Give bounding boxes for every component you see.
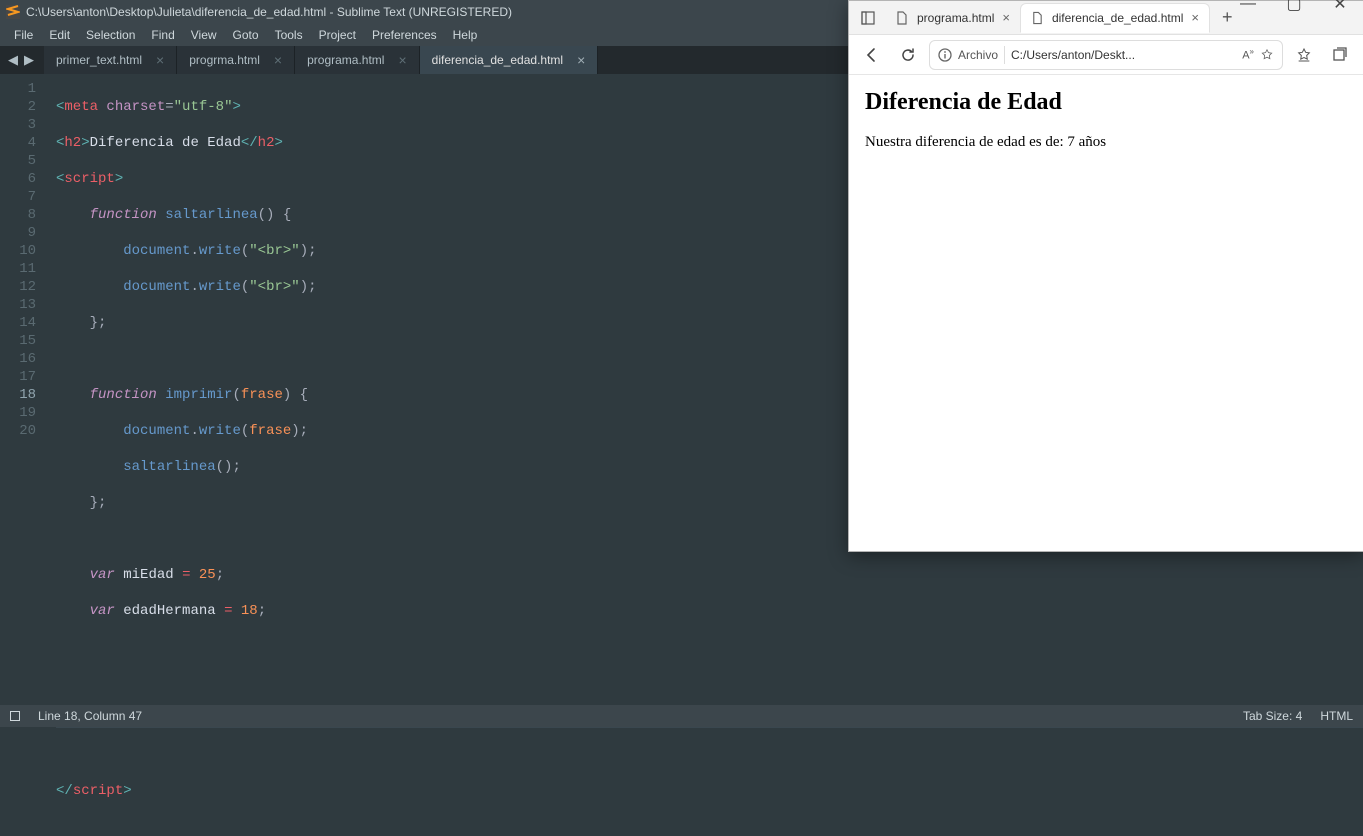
status-panel-icon[interactable] <box>10 711 20 721</box>
menu-view[interactable]: View <box>183 28 225 42</box>
browser-tab-label: programa.html <box>917 11 994 25</box>
tab-progrma[interactable]: progrma.html × <box>177 46 295 74</box>
close-tab-icon[interactable]: × <box>274 52 282 68</box>
menu-file[interactable]: File <box>6 28 41 42</box>
menu-tools[interactable]: Tools <box>267 28 311 42</box>
menu-preferences[interactable]: Preferences <box>364 28 445 42</box>
page-body-text: Nuestra diferencia de edad es de: 7 años <box>865 134 1347 151</box>
browser-toolbar: Archivo C:/Users/anton/Deskt... A» <box>849 35 1363 75</box>
menu-edit[interactable]: Edit <box>41 28 78 42</box>
read-aloud-icon[interactable]: A» <box>1242 47 1254 62</box>
tab-diferencia[interactable]: diferencia_de_edad.html × <box>420 46 599 74</box>
address-url: C:/Users/anton/Deskt... <box>1011 48 1236 62</box>
tab-nav-arrows: ◀ ▶ <box>0 46 44 74</box>
browser-tab-label: diferencia_de_edad.html <box>1052 11 1183 25</box>
menu-selection[interactable]: Selection <box>78 28 143 42</box>
document-icon <box>895 11 909 25</box>
address-label: Archivo <box>958 48 998 62</box>
close-tab-icon[interactable]: × <box>1191 10 1199 25</box>
close-tab-icon[interactable]: × <box>398 52 406 68</box>
tab-actions-icon[interactable] <box>857 7 879 29</box>
status-syntax[interactable]: HTML <box>1320 709 1353 723</box>
tab-label: progrma.html <box>189 53 260 67</box>
info-icon <box>938 48 952 62</box>
status-bar: Line 18, Column 47 Tab Size: 4 HTML <box>0 705 1363 727</box>
browser-tab-programa[interactable]: programa.html × <box>885 3 1020 33</box>
window-title: C:\Users\anton\Desktop\Julieta\diferenci… <box>26 5 512 19</box>
browser-close-button[interactable]: ✕ <box>1317 0 1363 13</box>
line-number-gutter: 1234567891011121314151617181920 <box>0 74 48 705</box>
tab-label: diferencia_de_edad.html <box>432 53 563 67</box>
collections-icon[interactable] <box>1325 40 1355 70</box>
tab-label: programa.html <box>307 53 384 67</box>
separator <box>1004 46 1005 64</box>
tab-prev-icon[interactable]: ◀ <box>8 52 18 68</box>
close-tab-icon[interactable]: × <box>577 52 585 68</box>
tab-primer-text[interactable]: primer_text.html × <box>44 46 177 74</box>
tab-label: primer_text.html <box>56 53 142 67</box>
sublime-logo-icon <box>6 5 20 19</box>
tab-next-icon[interactable]: ▶ <box>24 52 34 68</box>
favorites-bar-icon[interactable] <box>1289 40 1319 70</box>
status-tab-size[interactable]: Tab Size: 4 <box>1243 709 1302 723</box>
document-icon <box>1031 11 1044 25</box>
menu-find[interactable]: Find <box>143 28 182 42</box>
browser-window: programa.html × diferencia_de_edad.html … <box>848 0 1363 552</box>
browser-tab-row: programa.html × diferencia_de_edad.html … <box>849 1 1363 35</box>
status-cursor: Line 18, Column 47 <box>38 709 142 723</box>
close-tab-icon[interactable]: × <box>1002 10 1010 25</box>
menu-help[interactable]: Help <box>445 28 486 42</box>
browser-tab-diferencia[interactable]: diferencia_de_edad.html × <box>1020 3 1210 33</box>
close-tab-icon[interactable]: × <box>156 52 164 68</box>
favorite-icon[interactable] <box>1260 48 1274 62</box>
tab-programa[interactable]: programa.html × <box>295 46 420 74</box>
menu-project[interactable]: Project <box>311 28 364 42</box>
browser-maximize-button[interactable]: ▢ <box>1271 0 1317 13</box>
menu-goto[interactable]: Goto <box>225 28 267 42</box>
browser-minimize-button[interactable]: — <box>1225 0 1271 13</box>
refresh-button[interactable] <box>893 40 923 70</box>
back-button[interactable] <box>857 40 887 70</box>
address-bar[interactable]: Archivo C:/Users/anton/Deskt... A» <box>929 40 1283 70</box>
page-heading: Diferencia de Edad <box>865 89 1347 116</box>
browser-viewport[interactable]: Diferencia de Edad Nuestra diferencia de… <box>849 75 1363 551</box>
